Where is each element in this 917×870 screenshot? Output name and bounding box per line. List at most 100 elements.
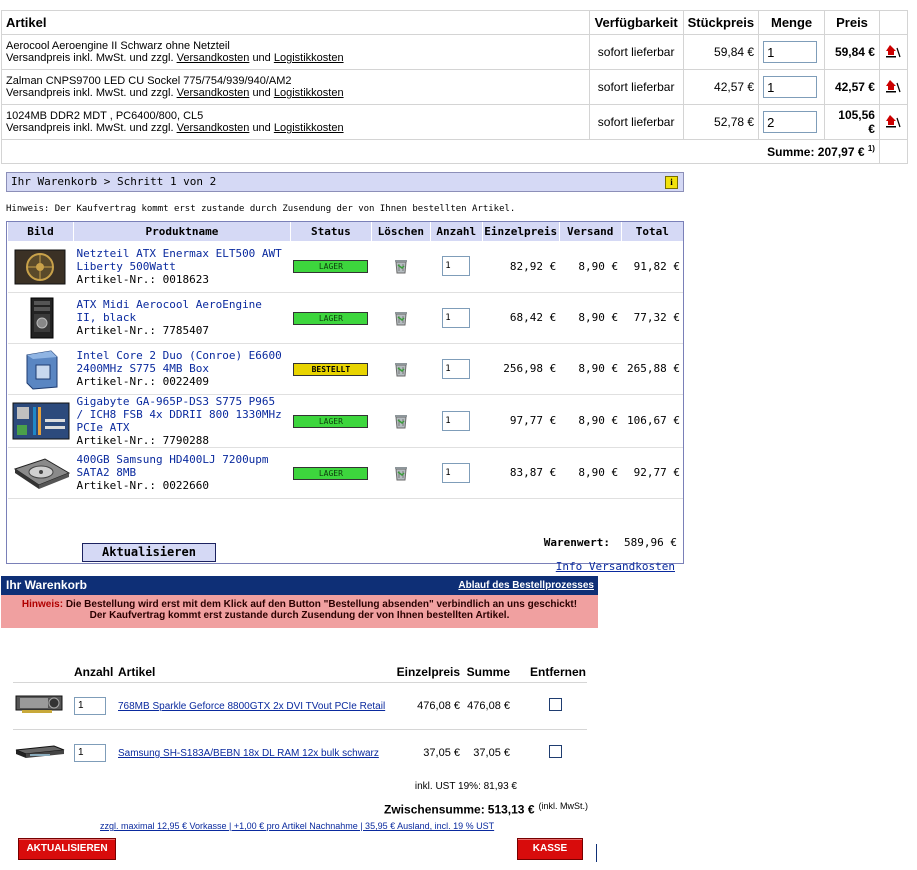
order-notice: Hinweis: Die Bestellung wird erst mit de… xyxy=(1,595,598,628)
quantity-input[interactable] xyxy=(74,696,106,715)
sum-cell: 37,05 € xyxy=(461,728,511,776)
trash-icon[interactable] xyxy=(393,413,409,429)
sum-empty-cell xyxy=(878,139,909,164)
subtotal-note: (inkl. MwSt.) xyxy=(538,801,589,811)
info-icon[interactable]: i xyxy=(665,176,678,189)
image-cell xyxy=(13,681,73,729)
col-header-price: Preis xyxy=(824,10,880,35)
table-row: Netzteil ATX Enermax ELT500 AWT Liberty … xyxy=(7,241,683,293)
sum-cell: Summe: 207,97 € 1) xyxy=(1,139,880,164)
col-header-availability: Verfügbarkeit xyxy=(588,10,684,35)
product-link[interactable]: 400GB Samsung HD400LJ 7200upm SATA2 8MB xyxy=(77,453,269,479)
hard-disk-image[interactable] xyxy=(11,451,71,495)
status-badge: BESTELLT xyxy=(293,362,369,376)
quantity-input[interactable] xyxy=(763,41,818,63)
logistics-cost-link[interactable]: Logistikkosten xyxy=(274,87,344,99)
remove-checkbox[interactable] xyxy=(549,744,562,758)
shipping-cell: 8,90 € xyxy=(559,394,622,448)
notice-text-1: Die Bestellung wird erst mit dem Klick a… xyxy=(65,599,578,610)
trash-icon[interactable] xyxy=(393,310,409,326)
col-header-delete: Löschen xyxy=(370,222,431,241)
graphics-card-image[interactable] xyxy=(14,693,66,715)
trash-icon[interactable] xyxy=(393,361,409,377)
total-cell: 106,67 € xyxy=(621,394,683,448)
table-row: Intel Core 2 Duo (Conroe) E6600 2400MHz … xyxy=(7,343,683,395)
and-text: und xyxy=(252,52,271,64)
logistics-cost-link[interactable]: Logistikkosten xyxy=(274,122,344,134)
remove-checkbox[interactable] xyxy=(549,697,562,711)
article-no: 0022409 xyxy=(162,375,209,388)
unit-price-cell: 476,08 € xyxy=(391,681,461,729)
cart-panel-3: Ihr Warenkorb Ablauf des Bestellprozesse… xyxy=(1,576,598,866)
quantity-cell xyxy=(430,447,483,499)
checkout-button[interactable]: KASSE xyxy=(517,838,583,860)
quantity-input[interactable] xyxy=(442,256,471,277)
article-cell: 1024MB DDR2 MDT , PC6400/800, CL5 Versan… xyxy=(1,104,590,140)
table-row: 400GB Samsung HD400LJ 7200upm SATA2 8MB … xyxy=(7,447,683,499)
cart-remove-icon[interactable] xyxy=(885,114,902,131)
cpu-box-image[interactable] xyxy=(11,347,71,391)
delete-cell xyxy=(878,34,909,70)
update-button[interactable]: Aktualisieren xyxy=(82,543,216,562)
col-header-remove: Entfernen xyxy=(529,664,586,679)
quantity-cell xyxy=(430,343,483,395)
article-link[interactable]: 768MB Sparkle Geforce 8800GTX 2x DVI TVo… xyxy=(118,701,385,712)
product-link[interactable]: ATX Midi Aerocool AeroEngine II, black xyxy=(77,298,262,324)
quantity-cell xyxy=(758,34,826,70)
article-link[interactable]: Samsung SH-S183A/BEBN 18x DL RAM 12x bul… xyxy=(118,748,379,759)
col-header-unit-price: Einzelpreis xyxy=(481,222,560,241)
quantity-input[interactable] xyxy=(74,743,106,762)
shipping-cost-link[interactable]: Versandkosten xyxy=(177,122,250,134)
status-badge: LAGER xyxy=(293,311,369,325)
total-cell: 265,88 € xyxy=(621,343,683,395)
quantity-input[interactable] xyxy=(763,111,818,133)
delete-cell xyxy=(371,394,431,448)
motherboard-image[interactable] xyxy=(11,399,71,443)
cart-remove-icon[interactable] xyxy=(885,79,902,96)
product-cell: 400GB Samsung HD400LJ 7200upm SATA2 8MB … xyxy=(73,447,291,499)
cart-panel-2: Ihr Warenkorb > Schritt 1 von 2 i Hinwei… xyxy=(6,172,684,573)
col-header-quantity: Menge xyxy=(758,10,826,35)
shipping-cost-link[interactable]: Versandkosten xyxy=(177,87,250,99)
shipping-terms-link[interactable]: zzgl. maximal 12,95 € Vorkasse | +1,00 €… xyxy=(100,821,494,831)
availability-cell: sofort lieferbar xyxy=(588,34,684,70)
sum-row: Summe: 207,97 € 1) xyxy=(1,139,909,164)
dvd-drive-image[interactable] xyxy=(14,740,66,762)
quantity-cell xyxy=(73,681,117,729)
logistics-cost-link[interactable]: Logistikkosten xyxy=(274,52,344,64)
cart3-table: Anzahl Artikel Einzelpreis Summe Entfern… xyxy=(13,662,587,776)
unit-price-cell: 59,84 € xyxy=(682,34,760,70)
price-cell: 59,84 € xyxy=(824,34,880,70)
shipping-cost-link[interactable]: Versandkosten xyxy=(177,52,250,64)
col-header-quantity: Anzahl xyxy=(74,664,114,679)
article-no-label: Artikel-Nr.: xyxy=(76,324,156,337)
product-link[interactable]: Netzteil ATX Enermax ELT500 AWT Liberty … xyxy=(77,247,282,273)
update-button[interactable]: AKTUALISIEREN xyxy=(18,838,116,860)
product-cell: Netzteil ATX Enermax ELT500 AWT Liberty … xyxy=(73,241,291,293)
quantity-input[interactable] xyxy=(442,358,471,379)
trash-icon[interactable] xyxy=(393,258,409,274)
quantity-input[interactable] xyxy=(442,462,471,483)
shipping-note-text: Versandpreis inkl. MwSt. und zzgl. xyxy=(6,122,174,134)
trash-icon[interactable] xyxy=(393,465,409,481)
article-cell: Samsung SH-S183A/BEBN 18x DL RAM 12x bul… xyxy=(117,728,391,776)
vat-text: inkl. UST 19%: 81,93 € xyxy=(414,781,517,792)
shipping-note: Versandpreis inkl. MwSt. und zzgl. Versa… xyxy=(6,52,585,64)
and-text: und xyxy=(252,87,271,99)
quantity-input[interactable] xyxy=(442,307,471,328)
col-header-product: Produktname xyxy=(73,222,291,241)
sum-label: Summe: xyxy=(767,145,815,159)
col-header-status: Status xyxy=(289,222,372,241)
status-cell: LAGER xyxy=(290,447,372,499)
cart-remove-icon[interactable] xyxy=(885,44,902,61)
product-link[interactable]: Intel Core 2 Duo (Conroe) E6600 2400MHz … xyxy=(77,349,282,375)
product-link[interactable]: Gigabyte GA-965P-DS3 S775 P965 / ICH8 FS… xyxy=(77,395,282,434)
col-header-delete xyxy=(878,10,909,35)
quantity-input[interactable] xyxy=(442,410,471,431)
quantity-input[interactable] xyxy=(763,76,818,98)
order-process-link[interactable]: Ablauf des Bestellprozesses xyxy=(458,580,594,591)
power-supply-image[interactable] xyxy=(11,244,71,288)
shipping-info-link[interactable]: Info Versandkosten xyxy=(556,560,675,573)
pc-case-image[interactable] xyxy=(11,296,71,340)
cart3-header-row: Anzahl Artikel Einzelpreis Summe Entfern… xyxy=(13,662,587,682)
